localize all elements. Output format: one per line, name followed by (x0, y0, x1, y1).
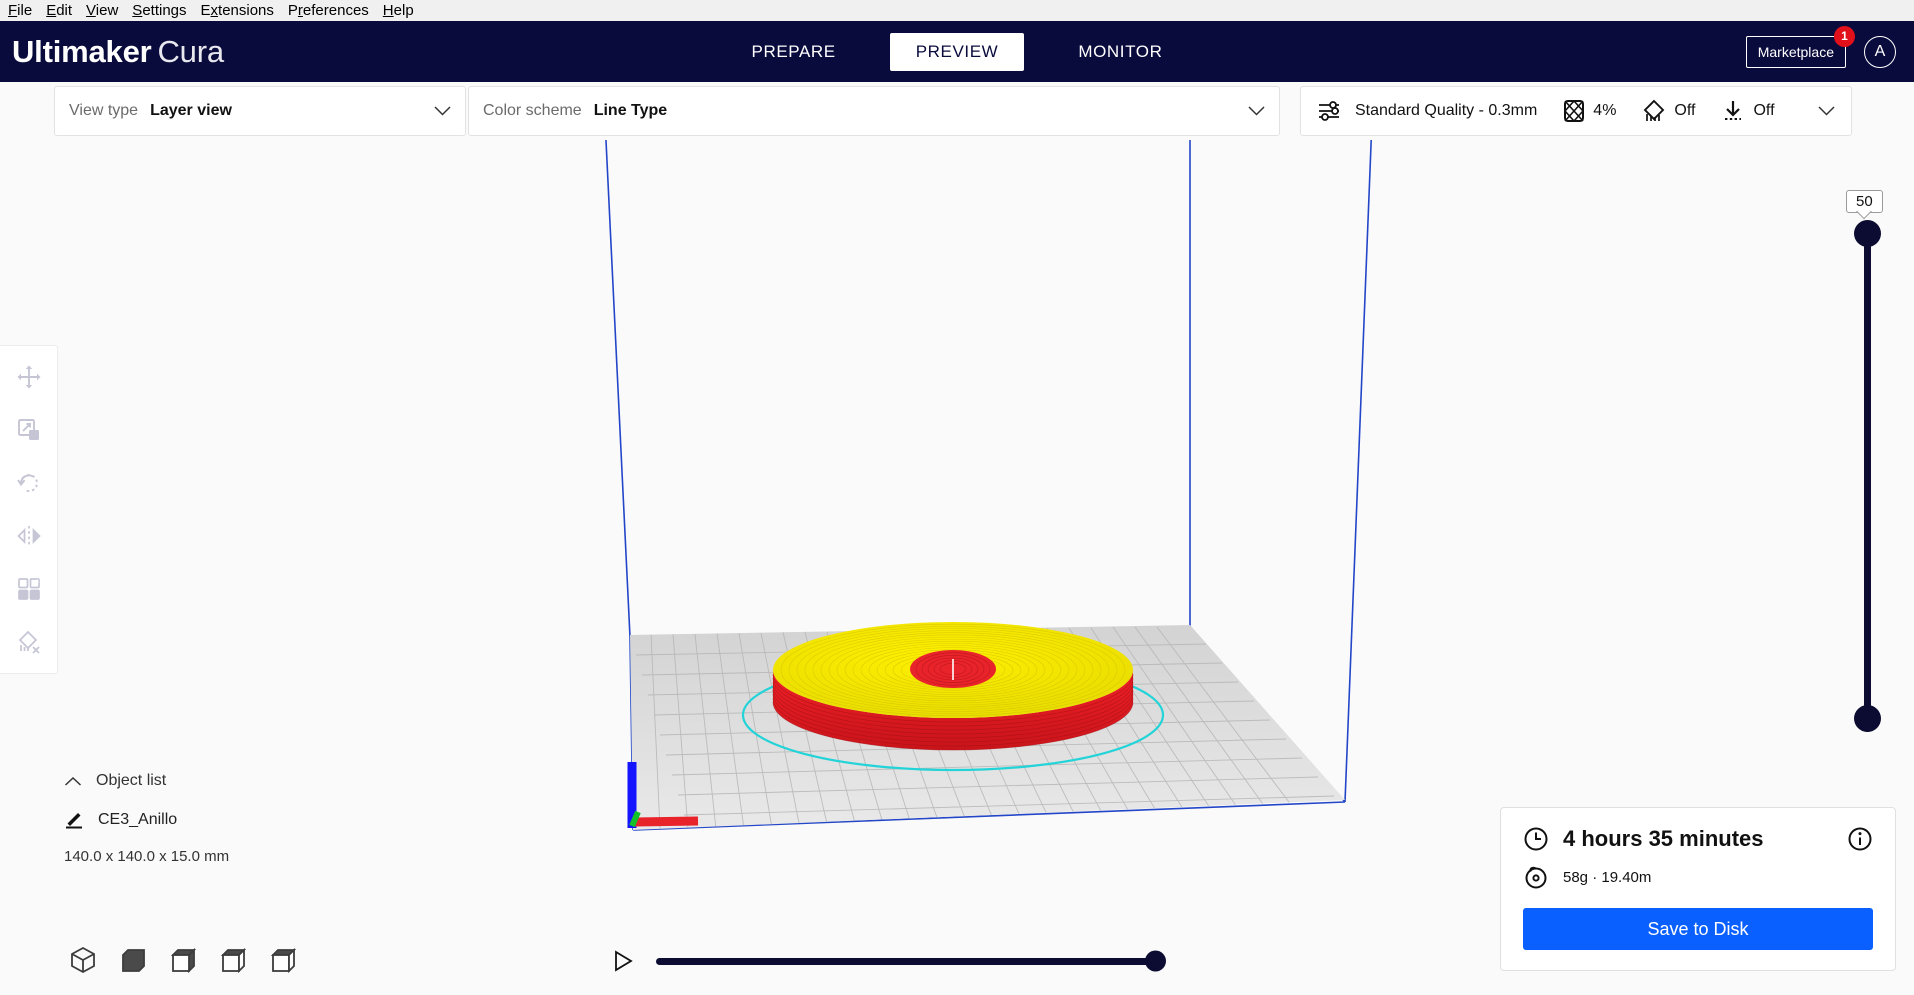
menu-help[interactable]: Help (376, 0, 421, 21)
chevron-down-icon (1232, 106, 1265, 116)
view-right-button[interactable] (266, 943, 300, 977)
camera-view-buttons (66, 943, 300, 977)
layer-slider-track[interactable] (1864, 232, 1871, 732)
infill-icon (1563, 99, 1585, 123)
marketplace-button[interactable]: Marketplace (1745, 35, 1846, 68)
support-icon (1642, 99, 1666, 123)
scale-tool-button[interactable] (8, 409, 50, 451)
rotate-tool-button[interactable] (8, 462, 50, 504)
view-top-button[interactable] (166, 943, 200, 977)
print-information-card: 4 hours 35 minutes 58g · 19.40m Save to … (1500, 807, 1896, 971)
menu-file[interactable]: File (1, 0, 39, 21)
filament-spool-icon (1523, 864, 1549, 890)
view-type-label: View type (69, 102, 139, 119)
save-to-disk-button[interactable]: Save to Disk (1523, 908, 1873, 950)
adhesion-icon (1721, 99, 1745, 123)
stage-tabs: PREPARE PREVIEW MONITOR (0, 21, 1914, 82)
material-row: 58g · 19.40m (1523, 864, 1873, 890)
layer-value-tooltip: 50 (1846, 190, 1883, 213)
mirror-icon (16, 523, 42, 549)
application-header: Ultimaker Cura PREPARE PREVIEW MONITOR Ma… (0, 21, 1914, 82)
print-time-value: 4 hours 35 minutes (1563, 826, 1764, 851)
adhesion-value: Off (1753, 102, 1775, 119)
support-blocker-icon (16, 629, 42, 655)
adhesion-indicator: Off (1721, 99, 1775, 123)
simulation-playback-bar (612, 949, 1166, 973)
infill-value: 4% (1593, 102, 1617, 119)
object-list-panel: Object list CE3_Anillo 140.0 x 140.0 x 1… (64, 772, 229, 865)
sliced-model (772, 622, 1134, 751)
object-list-title: Object list (96, 772, 167, 789)
marketplace-notification-badge: 1 (1834, 25, 1855, 47)
layer-slider: 50 (1836, 190, 1896, 735)
account-avatar[interactable]: A (1864, 35, 1896, 68)
menu-view[interactable]: View (79, 0, 125, 21)
material-usage-value: 58g · 19.40m (1563, 868, 1652, 886)
x-axis-indicator (633, 816, 699, 827)
path-slider-handle[interactable] (1145, 950, 1166, 972)
view-front-button[interactable] (116, 943, 150, 977)
chevron-down-icon (418, 106, 451, 116)
clock-icon (1523, 826, 1549, 852)
print-profile-icon (1317, 100, 1343, 122)
print-time-row: 4 hours 35 minutes (1523, 826, 1873, 852)
menu-bar: File Edit View Settings Extensions Prefe… (0, 0, 1914, 21)
object-list-toggle[interactable]: Object list (64, 772, 229, 790)
brand-light: Cura (157, 33, 225, 69)
view-left-button[interactable] (216, 943, 250, 977)
view-type-value: Layer view (150, 102, 232, 119)
app-logo: Ultimaker Cura (12, 34, 224, 70)
play-button[interactable] (612, 949, 634, 973)
tab-preview[interactable]: PREVIEW (889, 32, 1025, 71)
color-scheme-dropdown[interactable]: Color scheme Line Type (468, 86, 1280, 136)
header-right-group: Marketplace 1 A (1745, 21, 1896, 82)
marketplace-wrapper: Marketplace 1 (1745, 25, 1855, 68)
object-name: CE3_Anillo (98, 811, 178, 828)
support-value: Off (1674, 102, 1696, 119)
path-slider-track[interactable] (656, 950, 1166, 972)
chevron-up-icon (64, 776, 82, 787)
view-3d-button[interactable] (66, 943, 100, 977)
info-icon[interactable] (1847, 826, 1873, 852)
layer-slider-upper-handle[interactable] (1854, 220, 1881, 247)
menu-settings[interactable]: Settings (125, 0, 193, 21)
per-model-settings-icon (16, 576, 42, 602)
model-tools-panel (0, 345, 58, 674)
support-indicator: Off (1642, 99, 1695, 123)
print-settings-selector[interactable]: Standard Quality - 0.3mm 4% Off Off (1300, 86, 1852, 136)
color-scheme-label: Color scheme (483, 102, 582, 119)
brand-bold: Ultimaker (12, 33, 152, 69)
layer-slider-lower-handle[interactable] (1854, 705, 1881, 732)
object-list-item[interactable]: CE3_Anillo (64, 810, 229, 830)
color-scheme-value: Line Type (593, 102, 668, 119)
model-mesh-icon (64, 810, 84, 830)
support-blocker-button[interactable] (8, 621, 50, 663)
scale-icon (16, 417, 42, 443)
view-type-dropdown[interactable]: View type Layer view (54, 86, 466, 136)
tab-monitor[interactable]: MONITOR (1052, 33, 1188, 71)
move-icon (16, 364, 42, 390)
preview-toolbar: View type Layer view Color scheme Line T… (0, 82, 1914, 140)
menu-extensions[interactable]: Extensions (194, 0, 281, 21)
mirror-tool-button[interactable] (8, 515, 50, 557)
infill-indicator: 4% (1563, 99, 1616, 123)
menu-edit[interactable]: Edit (39, 0, 79, 21)
print-profile-value: Standard Quality - 0.3mm (1355, 102, 1538, 119)
object-dimensions: 140.0 x 140.0 x 15.0 mm (64, 848, 230, 865)
rotate-icon (16, 470, 42, 496)
chevron-down-icon (1802, 106, 1835, 116)
cura-application-window: File Edit View Settings Extensions Prefe… (0, 0, 1914, 995)
move-tool-button[interactable] (8, 356, 50, 398)
per-model-settings-button[interactable] (8, 568, 50, 610)
menu-preferences[interactable]: Preferences (281, 0, 376, 21)
tab-prepare[interactable]: PREPARE (726, 33, 862, 71)
